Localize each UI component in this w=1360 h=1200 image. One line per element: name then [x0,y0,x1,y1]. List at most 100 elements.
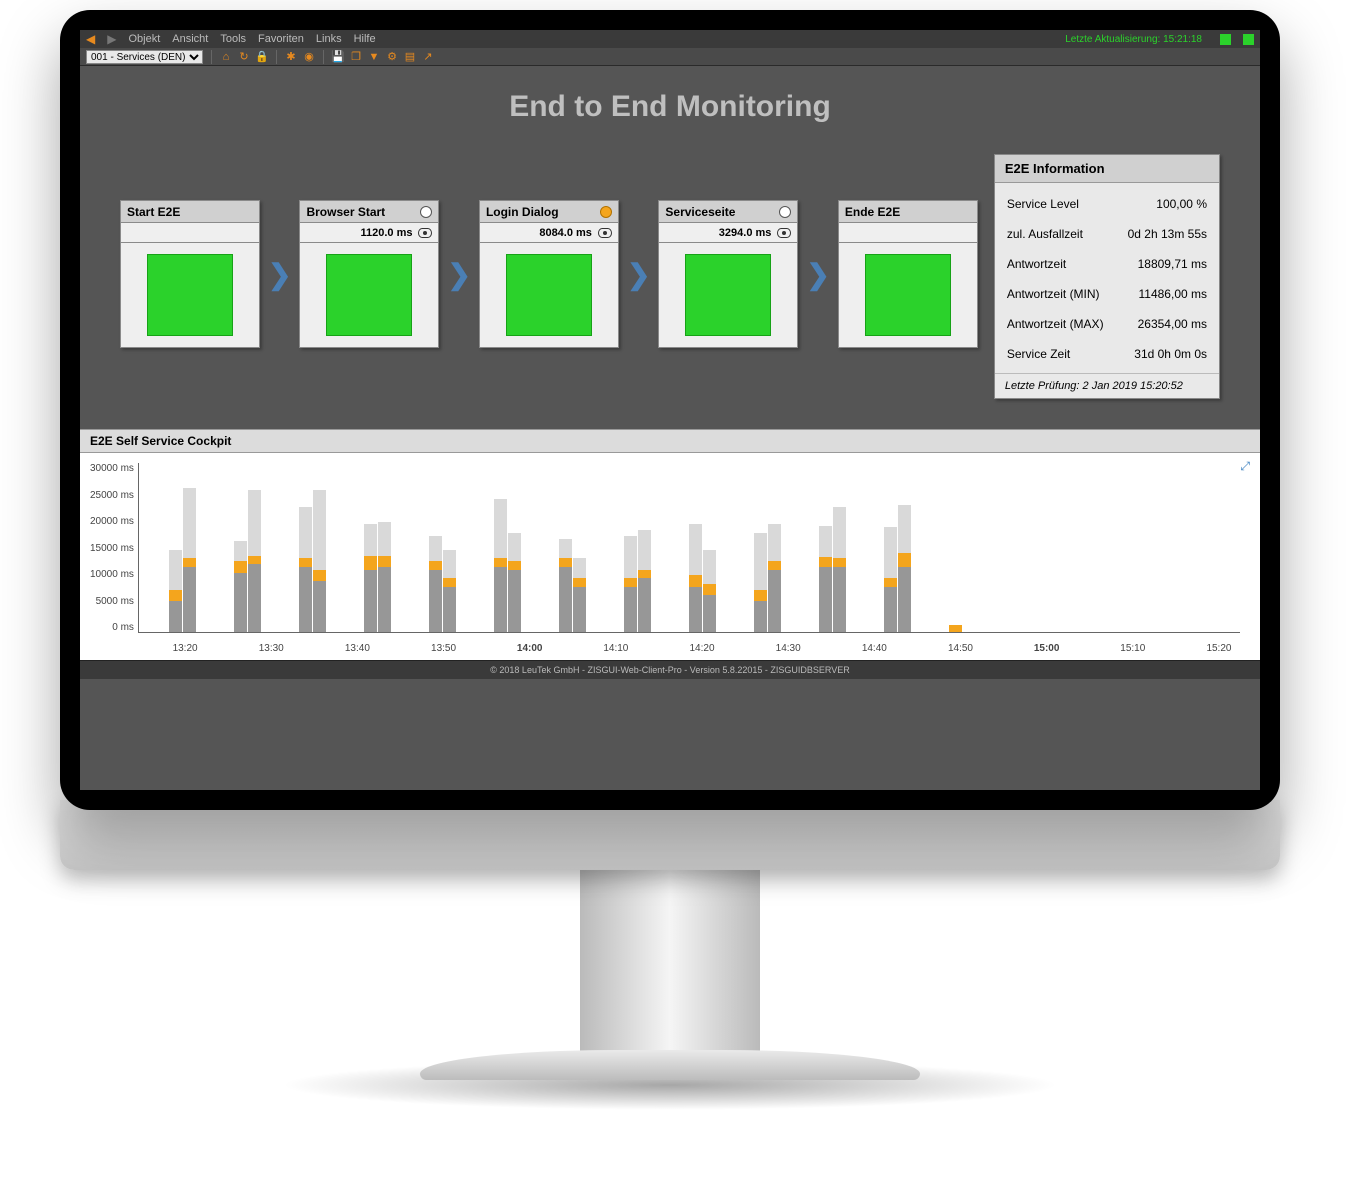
bar-group[interactable] [884,505,911,632]
bar-group[interactable] [819,507,846,632]
bar-group[interactable] [364,522,391,632]
bar-group[interactable] [624,530,651,632]
bar[interactable] [884,527,897,632]
bar[interactable] [833,507,846,632]
status-ok-block [685,254,771,336]
nav-forward-icon[interactable]: ▶ [107,32,116,46]
info-row: Antwortzeit18809,71 ms [1007,249,1207,279]
home-icon[interactable]: ⌂ [220,51,232,63]
x-tick: 13:40 [316,643,398,654]
refresh-icon[interactable]: ↻ [238,51,250,63]
flow-card-3[interactable]: Serviceseite3294.0 ms [658,200,798,348]
service-selector[interactable]: 001 - Services (DEN) [86,50,203,64]
status-ok-block [865,254,951,336]
bar[interactable] [768,524,781,632]
bar[interactable] [364,524,377,632]
menu-tools[interactable]: Tools [220,33,246,45]
flow-card-4[interactable]: Ende E2E [838,200,978,348]
menu-objekt[interactable]: Objekt [128,33,160,45]
bar[interactable] [378,522,391,632]
bar[interactable] [494,499,507,632]
menu-ansicht[interactable]: Ansicht [172,33,208,45]
bar-group[interactable] [169,488,196,632]
chevron-right-icon: ❯ [627,258,650,291]
card-title: Browser Start [306,205,385,219]
status-ok-block [326,254,412,336]
menu-links[interactable]: Links [316,33,342,45]
status-ok-icon [1220,34,1231,45]
info-row: Service Level100,00 % [1007,189,1207,219]
bar[interactable] [429,536,442,632]
chart-x-axis: 13:2013:3013:4013:5014:0014:1014:2014:30… [80,639,1260,660]
flow-card-0[interactable]: Start E2E [120,200,260,348]
x-tick: 15:10 [1092,643,1174,654]
eye-icon[interactable] [598,228,612,238]
eye-icon[interactable] [418,228,432,238]
bar-group[interactable] [299,490,326,632]
info-row: zul. Ausfallzeit0d 2h 13m 55s [1007,219,1207,249]
lock-icon[interactable]: 🔒 [256,51,268,63]
bar[interactable] [299,507,312,632]
bar-group[interactable] [429,536,456,632]
chevron-right-icon: ❯ [268,258,291,291]
card-timing: 1120.0 ms [360,227,412,239]
bar[interactable] [624,536,637,632]
status-ok-block [147,254,233,336]
card-timing: 3294.0 ms [719,227,772,239]
bar[interactable] [754,533,767,632]
x-tick: 15:00 [1006,643,1088,654]
toolbar: 001 - Services (DEN) ⌂ ↻ 🔒 ✱ ◉ 💾 ❐ ▼ ⚙ ▤… [80,48,1260,66]
bar[interactable] [559,539,572,632]
save-icon[interactable]: 💾 [332,51,344,63]
bar[interactable] [703,550,716,632]
bar[interactable] [819,526,832,633]
x-tick: 13:50 [402,643,484,654]
bar[interactable] [898,505,911,632]
nav-back-icon[interactable]: ◀ [86,32,95,46]
filter-icon[interactable]: ▼ [368,51,380,63]
bar-group[interactable] [754,524,781,632]
info-row: Antwortzeit (MAX)26354,00 ms [1007,309,1207,339]
footer: © 2018 LeuTek GmbH - ZISGUI-Web-Client-P… [80,660,1260,679]
bar[interactable] [234,541,247,632]
copy-icon[interactable]: ❐ [350,51,362,63]
card-title: Login Dialog [486,205,559,219]
bar-group[interactable] [494,499,521,632]
bar[interactable] [949,625,962,632]
flow-card-2[interactable]: Login Dialog 8084.0 ms [479,200,619,348]
bar[interactable] [313,490,326,632]
chart-y-axis: 30000 ms25000 ms20000 ms15000 ms10000 ms… [90,463,138,633]
flow-card-1[interactable]: Browser Start 1120.0 ms [299,200,439,348]
bar[interactable] [248,490,261,632]
expand-chart-icon[interactable]: ⤢ [1240,459,1250,474]
bar[interactable] [638,530,651,632]
bar-group[interactable] [559,539,586,632]
menu-favoriten[interactable]: Favoriten [258,33,304,45]
globe-icon[interactable]: ◉ [303,51,315,63]
chart-icon[interactable]: ↗ [422,51,434,63]
e2e-flow: Start E2E❯Browser Start1120.0 ms❯Login D… [120,200,978,348]
bar-group[interactable] [234,490,261,632]
x-tick: 14:40 [833,643,915,654]
bar[interactable] [443,550,456,632]
eye-icon[interactable] [777,228,791,238]
bar[interactable] [573,558,586,632]
chart-panel: E2E Self Service Cockpit ⤢ 30000 ms25000… [80,429,1260,660]
bar[interactable] [183,488,196,632]
last-update-label: Letzte Aktualisierung: 15:21:18 [1065,34,1202,45]
status-dot-icon [420,206,432,218]
card-title: Start E2E [127,205,180,219]
bar[interactable] [508,533,521,632]
gear-icon[interactable]: ⚙ [386,51,398,63]
menu-hilfe[interactable]: Hilfe [354,33,376,45]
card-timing: 8084.0 ms [539,227,592,239]
bar[interactable] [169,550,182,632]
chart-plot[interactable] [138,463,1240,633]
bar[interactable] [689,524,702,632]
bar-group[interactable] [949,625,962,632]
list-icon[interactable]: ▤ [404,51,416,63]
page-title: End to End Monitoring [80,90,1260,124]
x-tick: 14:00 [489,643,571,654]
network-icon[interactable]: ✱ [285,51,297,63]
bar-group[interactable] [689,524,716,632]
